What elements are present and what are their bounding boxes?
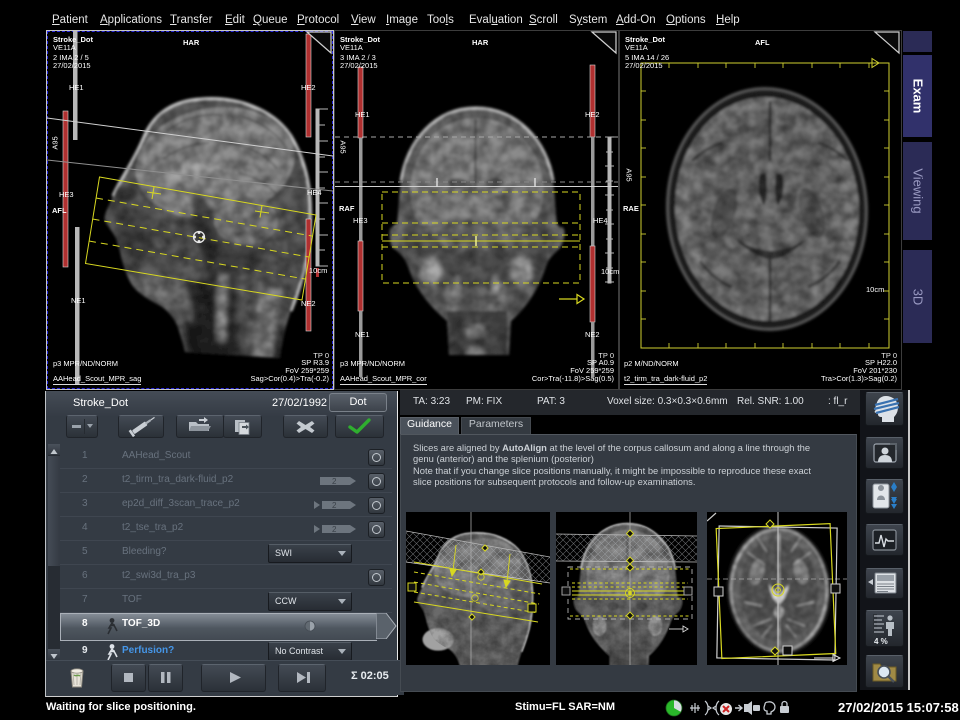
svg-text:2: 2 — [332, 477, 337, 486]
svg-text:2: 2 — [332, 525, 337, 534]
svg-text:2: 2 — [332, 501, 337, 510]
svg-text:4 %: 4 % — [874, 637, 888, 646]
